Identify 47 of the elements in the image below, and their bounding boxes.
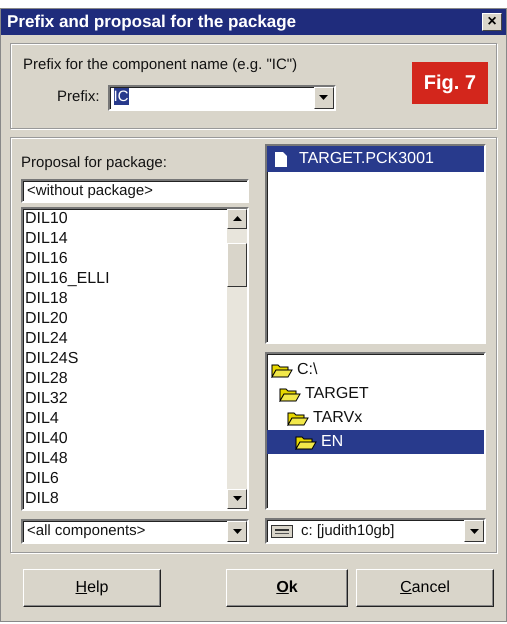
- figure-label: Fig. 7: [412, 62, 488, 104]
- open-folder-icon: [295, 434, 317, 450]
- package-list-item[interactable]: DIL48: [23, 448, 227, 469]
- document-icon: [275, 152, 287, 166]
- scroll-thumb[interactable]: [227, 242, 247, 287]
- close-button[interactable]: ×: [482, 13, 502, 31]
- folder-icon: [279, 386, 301, 402]
- drive-combo[interactable]: c: [judith10gb]: [265, 518, 486, 544]
- folder-tree-item[interactable]: EN: [267, 430, 484, 454]
- package-list-item[interactable]: DIL10: [23, 208, 227, 229]
- package-value: <without package>: [27, 182, 153, 198]
- package-list-item[interactable]: DIL16: [23, 248, 227, 269]
- folder-icon: [287, 410, 309, 426]
- folder-tree-item[interactable]: TARVx: [267, 406, 484, 430]
- prefix-combo[interactable]: IC: [108, 84, 336, 110]
- package-list-item[interactable]: DIL28: [23, 368, 227, 389]
- package-list-item[interactable]: DIL32: [23, 388, 227, 409]
- package-list-item[interactable]: DIL18: [23, 288, 227, 309]
- prefix-label: Prefix:: [57, 87, 100, 108]
- package-list-item[interactable]: DIL20: [23, 308, 227, 329]
- dialog-button[interactable]: Ok: [226, 569, 348, 607]
- scroll-up-icon[interactable]: [227, 208, 247, 229]
- package-list-item[interactable]: DIL8: [23, 488, 227, 509]
- drive-icon: [271, 524, 293, 538]
- package-list-item[interactable]: DIL4: [23, 408, 227, 429]
- package-list-item[interactable]: DIL6: [23, 468, 227, 489]
- dialog-button[interactable]: Help: [23, 569, 161, 607]
- package-list-item[interactable]: DIL40: [23, 428, 227, 449]
- window-title: Prefix and proposal for the package: [7, 11, 296, 34]
- prefix-value: IC: [114, 88, 129, 104]
- scroll-down-icon[interactable]: [227, 488, 247, 509]
- file-list-item[interactable]: TARGET.PCK3001: [267, 146, 484, 172]
- scrollbar[interactable]: [227, 208, 247, 509]
- drive-value: c: [judith10gb]: [301, 520, 394, 541]
- package-list-item[interactable]: DIL14: [23, 228, 227, 249]
- folder-tree-item[interactable]: C:\: [267, 358, 484, 382]
- package-list-item[interactable]: DIL16_ELLI: [23, 268, 227, 289]
- prefix-hint-label: Prefix for the component name (e.g. "IC"): [23, 55, 298, 75]
- package-list-item[interactable]: DIL24S: [23, 348, 227, 369]
- package-list-item[interactable]: DIL24: [23, 328, 227, 349]
- dialog-button[interactable]: Cancel: [356, 569, 494, 607]
- folder-icon: [271, 362, 293, 378]
- component-filter-combo[interactable]: <all components>: [21, 518, 249, 544]
- package-field[interactable]: <without package>: [21, 178, 249, 203]
- filter-value: <all components>: [27, 522, 146, 539]
- folder-tree-item[interactable]: TARGET: [267, 382, 484, 406]
- package-label: Proposal for package:: [21, 153, 168, 173]
